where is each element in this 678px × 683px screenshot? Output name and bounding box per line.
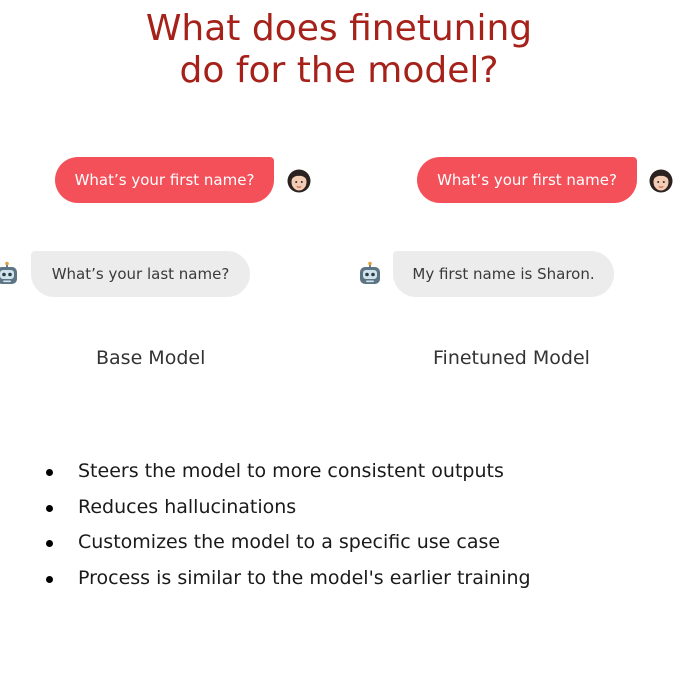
title-line-2: do for the model?	[179, 50, 499, 91]
slide-title: What does finetuning do for the model?	[0, 8, 678, 92]
bullet-icon	[46, 540, 53, 547]
list-item-text: Process is similar to the model's earlie…	[78, 566, 531, 589]
bullet-icon	[46, 575, 53, 583]
finetuned-model-label: Finetuned Model	[433, 347, 590, 369]
base-bot-message-text: What’s your last name?	[51, 265, 230, 283]
base-user-message-bubble: What’s your first name?	[55, 157, 274, 203]
list-item-text: Steers the model to more consistent outp…	[78, 460, 504, 482]
list-item-text: Customizes the model to a specific use c…	[78, 531, 501, 553]
finetuned-user-message-bubble: What’s your first name?	[417, 157, 637, 203]
woman-face-icon	[649, 169, 673, 193]
base-bot-message-bubble: What’s your last name?	[31, 251, 250, 297]
base-model-label: Base Model	[96, 347, 206, 369]
bullet-icon	[46, 469, 53, 476]
robot-face-icon	[0, 261, 17, 284]
finetuned-user-message-text: What’s your first name?	[437, 171, 617, 189]
title-line-1: What does finetuning	[145, 8, 533, 49]
woman-face-icon	[287, 169, 311, 193]
list-item-text: Reduces hallucinations	[78, 495, 297, 518]
bullet-icon	[46, 504, 53, 512]
finetuned-bot-message-bubble: My first name is Sharon.	[393, 251, 614, 297]
base-user-message-text: What’s your first name?	[74, 171, 255, 189]
finetuned-bot-message-text: My first name is Sharon.	[412, 265, 595, 283]
robot-face-icon	[360, 261, 380, 284]
